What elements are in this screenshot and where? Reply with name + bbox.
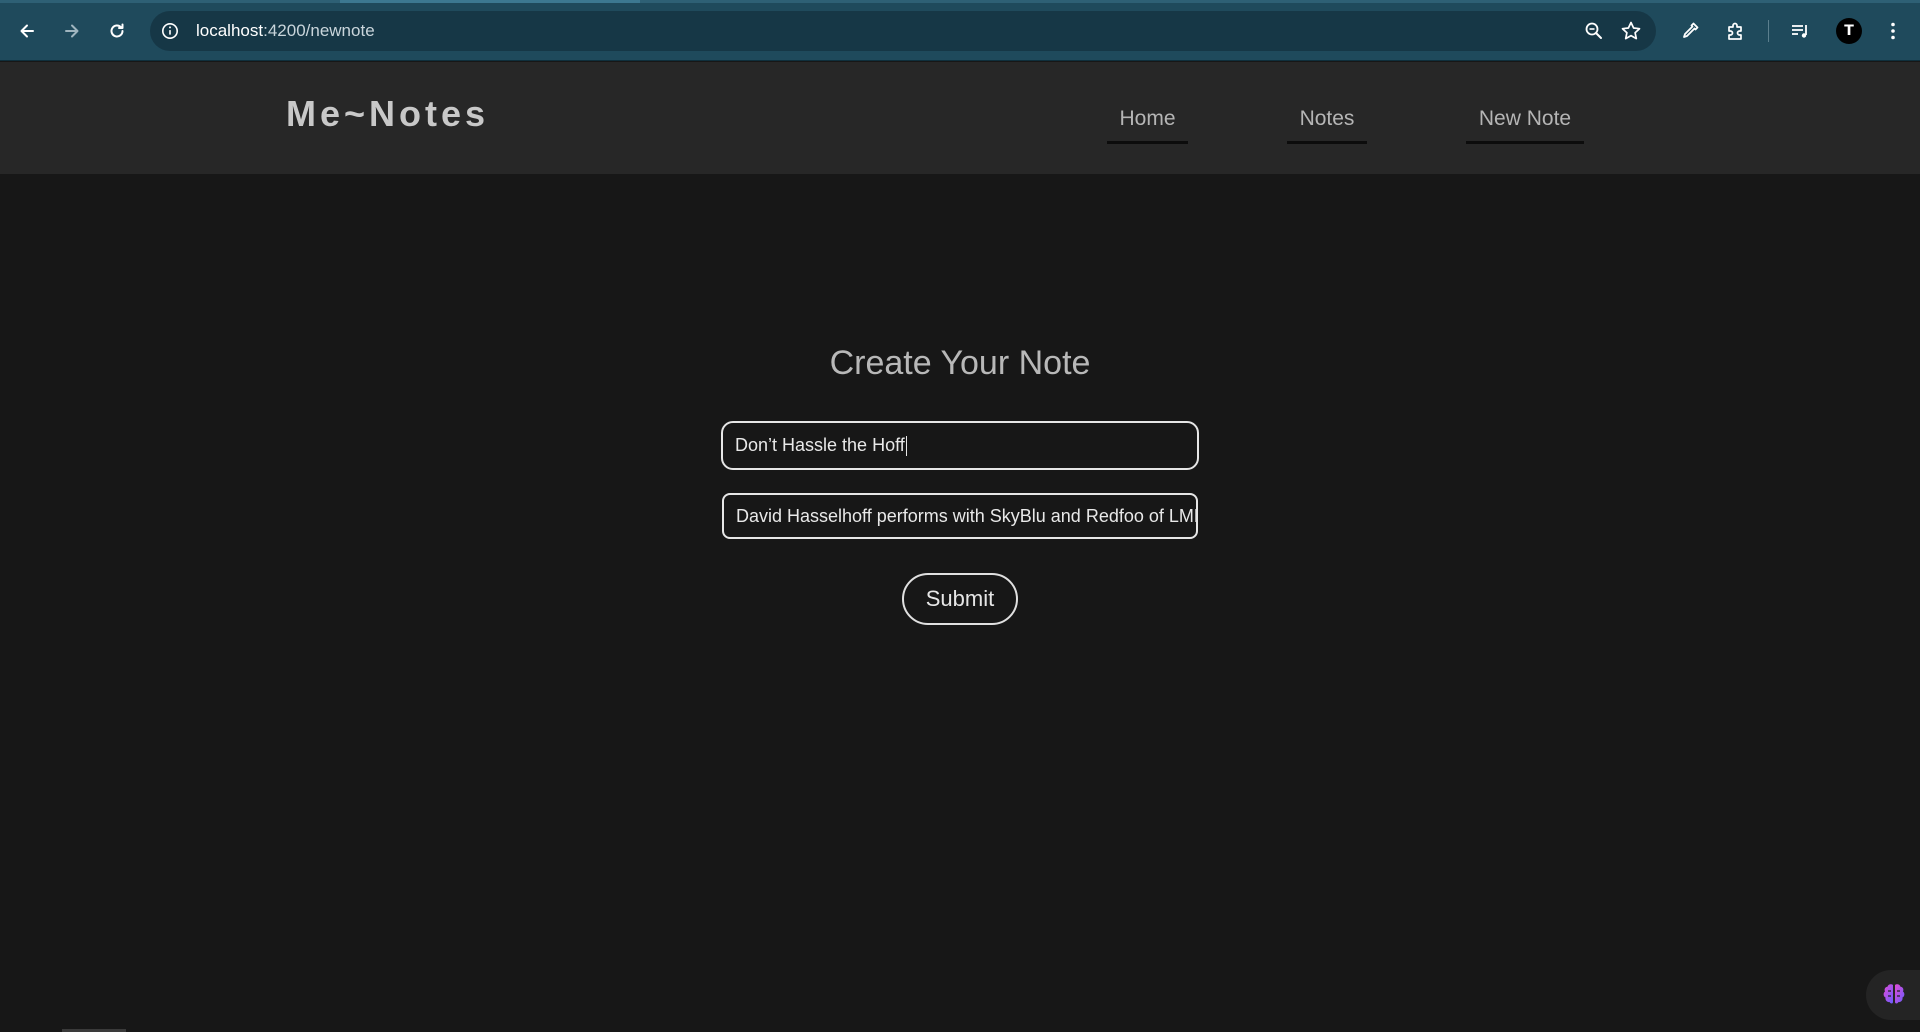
- media-control-icon[interactable]: [1787, 18, 1813, 44]
- arrow-right-icon: [65, 24, 79, 38]
- note-body-input[interactable]: David Hasselhoff performs with SkyBlu an…: [722, 493, 1198, 539]
- url-text: localhost:4200/newnote: [196, 11, 375, 51]
- app-header: Me~Notes Home Notes New Note: [0, 62, 1920, 174]
- arrow-left-icon: [20, 24, 34, 38]
- browser-menu-kebab-icon[interactable]: [1880, 18, 1906, 44]
- brand-logo[interactable]: Me~Notes: [286, 93, 489, 135]
- reload-button[interactable]: [101, 15, 133, 47]
- tab-strip: [0, 0, 1920, 3]
- address-bar[interactable]: localhost:4200/newnote: [150, 11, 1656, 51]
- profile-avatar[interactable]: T: [1836, 18, 1862, 44]
- reload-icon: [110, 23, 124, 38]
- submit-button[interactable]: Submit: [902, 573, 1018, 625]
- eyedropper-extension-icon[interactable]: [1677, 18, 1703, 44]
- url-host: localhost: [196, 21, 264, 40]
- browser-toolbar: localhost:4200/newnote T: [0, 0, 1920, 61]
- forward-button[interactable]: [56, 15, 88, 47]
- zoom-icon[interactable]: [1584, 21, 1604, 41]
- toolbar-divider: [1768, 20, 1769, 42]
- text-caret: [905, 435, 907, 456]
- nav-new-note-link[interactable]: New Note: [1466, 102, 1584, 144]
- brain-icon: [1883, 984, 1905, 1004]
- note-title-input[interactable]: Don’t Hassle the Hoff: [721, 421, 1199, 470]
- nav-home-link[interactable]: Home: [1107, 102, 1188, 144]
- url-path: :4200/newnote: [263, 21, 375, 40]
- bookmark-star-icon[interactable]: [1620, 20, 1642, 42]
- floating-assistant-button[interactable]: [1866, 970, 1920, 1020]
- site-info-icon[interactable]: [160, 21, 180, 41]
- note-title-value: Don’t Hassle the Hoff: [735, 435, 905, 455]
- nav-notes-link[interactable]: Notes: [1287, 102, 1367, 144]
- extensions-puzzle-icon[interactable]: [1723, 18, 1749, 44]
- page-title: Create Your Note: [829, 344, 1091, 382]
- note-body-value: David Hasselhoff performs with SkyBlu an…: [736, 505, 1198, 526]
- back-button[interactable]: [11, 15, 43, 47]
